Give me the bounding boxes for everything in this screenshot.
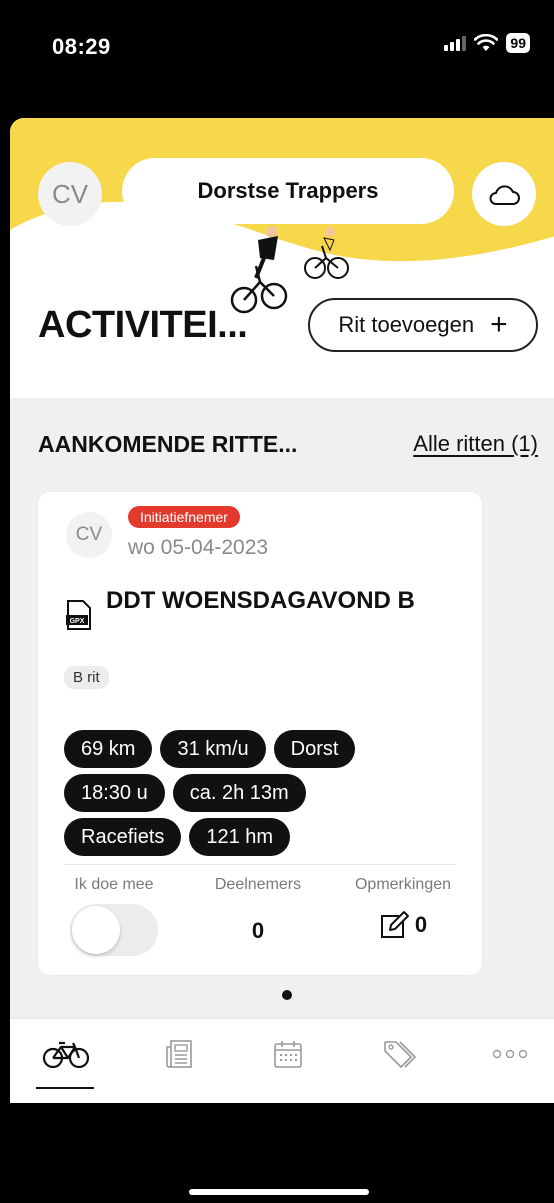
toggle-knob xyxy=(72,906,120,954)
elevation-chip: 121 hm xyxy=(189,818,291,856)
club-selector[interactable]: Dorstse Trappers xyxy=(122,158,454,224)
ride-date: wo 05-04-2023 xyxy=(128,536,269,559)
status-time: 08:29 xyxy=(52,34,111,59)
tab-rides[interactable] xyxy=(36,1039,96,1087)
user-avatar[interactable]: CV xyxy=(38,162,102,226)
cloud-icon xyxy=(489,185,520,205)
join-toggle[interactable] xyxy=(70,904,158,956)
ride-card[interactable]: CV Initiatiefnemer wo 05-04-2023 GPX DDT… xyxy=(38,492,482,975)
participants-section: Deelnemers 0 xyxy=(198,876,318,944)
organizer-avatar: CV xyxy=(66,512,112,558)
duration-chip: ca. 2h 13m xyxy=(172,774,306,812)
newspaper-icon xyxy=(166,1040,192,1068)
detail-row: 18:30 u ca. 2h 13m xyxy=(64,774,464,812)
tab-tags[interactable] xyxy=(370,1039,430,1087)
tags-icon xyxy=(384,1041,416,1068)
status-bar: 08:29 99 xyxy=(0,0,554,118)
upcoming-rides-title: AANKOMENDE RITTE... xyxy=(38,431,298,457)
app-screen: CV Dorstse Trappers ACTIVITEI... Rit toe… xyxy=(10,118,554,1103)
initiator-badge: Initiatiefnemer xyxy=(128,506,240,528)
hero-header: CV Dorstse Trappers ACTIVITEI... Rit toe… xyxy=(10,118,554,398)
detail-row: 69 km 31 km/u Dorst xyxy=(64,730,464,768)
remarks-count: 0 xyxy=(414,912,428,937)
remarks-button[interactable]: 0 xyxy=(338,910,468,940)
distance-chip: 69 km xyxy=(64,730,153,768)
ride-title: DDT WOENSDAGAVOND B xyxy=(106,587,415,614)
tab-more[interactable] xyxy=(480,1039,540,1087)
status-icons: 99 xyxy=(444,33,530,53)
ride-category-tag: B rit xyxy=(64,666,109,689)
active-tab-indicator xyxy=(36,1087,94,1089)
remarks-section: Opmerkingen 0 xyxy=(338,876,468,940)
plus-icon: + xyxy=(490,308,508,341)
remarks-label: Opmerkingen xyxy=(354,876,452,893)
participants-count[interactable]: 0 xyxy=(198,918,318,944)
cloud-sync-button[interactable] xyxy=(472,162,536,226)
add-ride-label: Rit toevoegen xyxy=(338,312,475,337)
tab-news[interactable] xyxy=(150,1039,210,1087)
speed-chip: 31 km/u xyxy=(160,730,266,768)
divider xyxy=(64,864,456,865)
all-rides-link[interactable]: Alle ritten (1) xyxy=(413,431,538,457)
start-time-chip: 18:30 u xyxy=(64,774,165,812)
svg-text:GPX: GPX xyxy=(70,618,85,625)
page-indicator-dot xyxy=(282,990,292,1000)
tab-calendar[interactable] xyxy=(258,1039,318,1087)
gpx-file-icon: GPX xyxy=(66,600,91,630)
home-indicator[interactable] xyxy=(189,1189,369,1195)
calendar-icon xyxy=(274,1041,302,1068)
participants-label: Deelnemers xyxy=(214,876,302,893)
join-section: Ik doe mee xyxy=(54,876,174,956)
more-icon xyxy=(492,1049,528,1059)
add-ride-button[interactable]: Rit toevoegen + xyxy=(308,298,538,352)
detail-row: Racefiets 121 hm xyxy=(64,818,464,856)
join-label: Ik doe mee xyxy=(74,876,154,893)
page-title: ACTIVITEI... xyxy=(38,304,248,346)
location-chip: Dorst xyxy=(273,730,356,768)
bicycle-icon xyxy=(42,1041,90,1069)
signal-icon xyxy=(444,35,467,51)
battery-indicator: 99 xyxy=(506,33,530,53)
ride-details: 69 km 31 km/u Dorst 18:30 u ca. 2h 13m R… xyxy=(64,730,464,862)
bike-type-chip: Racefiets xyxy=(64,818,182,856)
home-area xyxy=(0,1103,554,1203)
edit-note-icon xyxy=(380,911,409,938)
bottom-tab-bar xyxy=(10,1018,554,1103)
wifi-icon xyxy=(474,34,499,51)
